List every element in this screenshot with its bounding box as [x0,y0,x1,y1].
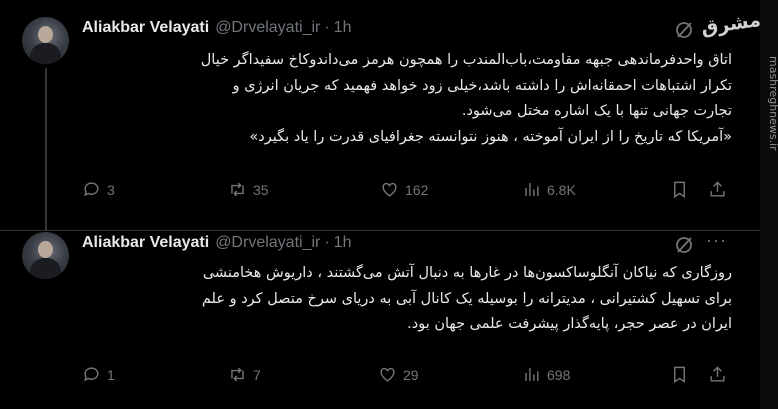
author-name[interactable]: Aliakbar Velayati [82,19,209,37]
reply-button[interactable]: 3 [82,180,115,199]
timestamp[interactable]: 1h [334,19,352,37]
like-button[interactable]: 162 [380,180,428,199]
views-count: 6.8K [547,181,576,198]
reply-count: 1 [107,366,115,383]
separator: · [324,19,330,36]
repost-button[interactable]: 35 [228,180,269,199]
timestamp[interactable]: 1h [334,234,352,252]
views-button[interactable]: 6.8K [522,180,576,199]
like-icon [380,367,395,382]
text-line: برای تسهیل کشتیرانی ، مدیترانه را بوسیله… [201,290,732,307]
more-icon[interactable]: ··· [706,230,727,251]
views-icon [525,183,539,196]
thread-connector [45,68,47,230]
bookmark-icon [674,366,685,383]
bookmark-button[interactable] [670,180,689,204]
site-watermark: mashreghnews.ir [767,56,778,151]
tweet-header: Aliakbar Velayati @Drvelayati_ir · 1h [82,19,351,37]
repost-button[interactable]: 7 [228,365,261,384]
reply-count: 3 [107,181,115,198]
avatar-head [38,241,53,258]
views-icon [525,368,539,381]
text-line: تکرار اشتباهات احمقانه‌اش را داشته باشد،… [232,77,732,94]
avatar-body [30,43,61,64]
reply-icon [84,182,99,197]
author-handle[interactable]: @Drvelayati_ir [215,19,320,37]
share-button[interactable] [708,365,727,389]
action-bar: 1 7 29 698 [82,365,732,389]
avatar-head [38,26,53,43]
action-bar: 3 35 162 6.8K [82,180,732,204]
text-line: «آمریکا که تاریخ را از ایران آموخته ، هن… [249,128,732,145]
repost-icon [231,367,244,382]
tweet-2[interactable]: Aliakbar Velayati @Drvelayati_ir · 1h ··… [0,230,760,409]
grok-icon[interactable] [674,235,694,255]
repost-count: 35 [253,181,269,198]
bookmark-icon [674,181,685,198]
avatar[interactable] [22,17,69,64]
brand-logo: مشرق [699,8,763,40]
text-line: اتاق واحدفرماندهی جبهه مقاومت،باب‌المندب… [200,52,732,68]
like-button[interactable]: 29 [378,365,419,384]
views-count: 698 [547,366,571,383]
share-icon [710,366,725,382]
text-line: ایران در عصر حجر، پایه‌گذار پیشرفت علمی … [407,316,732,332]
reply-icon [84,367,99,382]
separator: · [324,234,330,251]
tweet-1[interactable]: Aliakbar Velayati @Drvelayati_ir · 1h مش… [0,0,763,230]
reply-button[interactable]: 1 [82,365,115,384]
repost-count: 7 [253,366,261,383]
like-count: 162 [405,181,429,198]
views-button[interactable]: 698 [522,365,570,384]
bookmark-button[interactable] [670,365,689,389]
author-handle[interactable]: @Drvelayati_ir [215,234,320,252]
share-icon [710,181,725,197]
tweet-header: Aliakbar Velayati @Drvelayati_ir · 1h [82,234,351,252]
grok-icon[interactable] [674,20,694,40]
tweet-text: اتاق واحدفرماندهی جبهه مقاومت،باب‌المندب… [70,48,732,150]
avatar-body [30,258,61,279]
repost-icon [231,182,244,197]
avatar[interactable] [22,232,69,279]
like-icon [382,182,397,197]
like-count: 29 [403,366,419,383]
text-line: تجارت جهانی تنها با یک اشاره مختل می‌شود… [461,103,732,119]
text-line: روزگاری که نیاکان آنگلوساکسون‌ها در غاره… [202,265,732,281]
tweet-text: روزگاری که نیاکان آنگلوساکسون‌ها در غاره… [70,261,732,338]
share-button[interactable] [708,180,727,204]
author-name[interactable]: Aliakbar Velayati [82,234,209,252]
